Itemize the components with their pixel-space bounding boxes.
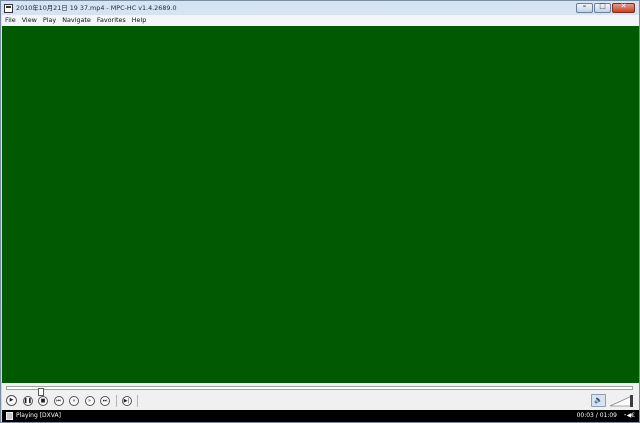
window-title: 2010年10月21日 19 37.mp4 - MPC-HC v1.4.2689… xyxy=(16,4,177,12)
rewind-icon: « xyxy=(72,397,76,404)
play-button[interactable]: ▶ xyxy=(6,395,17,406)
filter-status-icon: ⁃◀€ xyxy=(623,412,635,419)
menu-navigate[interactable]: Navigate xyxy=(59,15,94,26)
status-bar: Playing [DXVA] 00:03 / 01:09 ⁃◀€ xyxy=(2,410,639,422)
toolbar-separator xyxy=(115,394,117,407)
video-area[interactable] xyxy=(2,26,639,383)
minimize-icon: – xyxy=(582,2,587,10)
pause-button[interactable]: ❚❚ xyxy=(22,395,33,406)
mpc-hc-window: 2010年10月21日 19 37.mp4 - MPC-HC v1.4.2689… xyxy=(0,0,640,423)
fast-forward-button[interactable]: » xyxy=(84,395,95,406)
menu-bar: File View Play Navigate Favorites Help xyxy=(2,15,639,26)
title-bar[interactable]: 2010年10月21日 19 37.mp4 - MPC-HC v1.4.2689… xyxy=(1,1,639,16)
menu-favorites[interactable]: Favorites xyxy=(94,15,129,26)
close-button[interactable]: ✕ xyxy=(612,2,635,13)
pause-icon: ❚❚ xyxy=(23,397,32,404)
volume-slider[interactable] xyxy=(610,395,634,407)
speaker-icon: 🔈 xyxy=(594,396,603,404)
control-bar: ▶ ❚❚ ■ ⏮ « » ⏭ ▶| 🔈 xyxy=(2,383,639,410)
maximize-button[interactable]: □ xyxy=(594,2,611,13)
previous-button[interactable]: ⏮ xyxy=(53,395,64,406)
play-icon: ▶ xyxy=(9,397,14,403)
mute-button[interactable]: 🔈 xyxy=(591,394,606,407)
menu-play[interactable]: Play xyxy=(40,15,59,26)
menu-help[interactable]: Help xyxy=(129,15,150,26)
next-button[interactable]: ⏭ xyxy=(100,395,110,406)
stop-icon: ■ xyxy=(40,397,46,404)
status-icon xyxy=(6,412,13,420)
app-icon[interactable] xyxy=(4,4,13,13)
skip-forward-icon: ⏭ xyxy=(102,397,108,404)
frame-step-icon: ▶| xyxy=(123,397,130,404)
seek-bar[interactable] xyxy=(6,386,633,396)
caption-buttons: – □ ✕ xyxy=(575,2,635,15)
maximize-icon: □ xyxy=(599,2,606,10)
rewind-button[interactable]: « xyxy=(69,395,79,406)
status-text: Playing [DXVA] xyxy=(16,412,61,419)
menu-file[interactable]: File xyxy=(2,15,19,26)
frame-step-button[interactable]: ▶| xyxy=(121,395,132,406)
toolbar-separator xyxy=(137,394,138,407)
fast-forward-icon: » xyxy=(87,397,92,404)
menu-view[interactable]: View xyxy=(19,15,40,26)
playback-buttons: ▶ ❚❚ ■ ⏮ « » ⏭ ▶| xyxy=(6,394,143,407)
stop-button[interactable]: ■ xyxy=(38,395,48,406)
time-display: 00:03 / 01:09 xyxy=(576,412,617,419)
volume-ramp-icon xyxy=(610,395,633,407)
minimize-button[interactable]: – xyxy=(576,2,593,13)
skip-back-icon: ⏮ xyxy=(56,397,61,404)
close-icon: ✕ xyxy=(620,2,627,10)
